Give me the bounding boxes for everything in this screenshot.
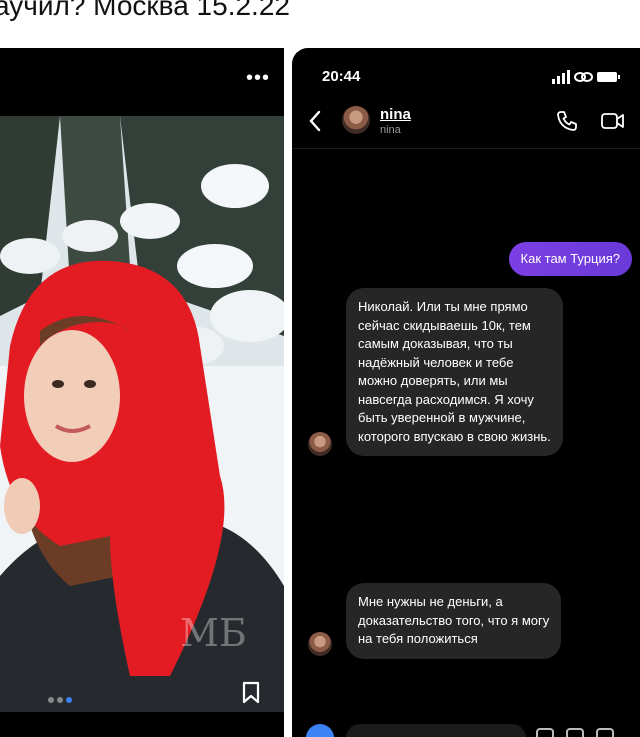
carousel-dot	[57, 697, 63, 703]
sender-avatar	[308, 632, 332, 656]
message-input[interactable]	[346, 724, 526, 737]
message-line: которого впускаю в свою жизнь.	[358, 428, 551, 444]
message-line: Мне нужны не деньги, а	[358, 594, 503, 609]
link-icon	[574, 72, 593, 82]
message-line: самым доказывая, что ты	[358, 336, 513, 351]
gallery-icon[interactable]	[566, 728, 584, 737]
message-line: сейчас скидываешь 10к, тем	[358, 317, 531, 333]
phone-icon[interactable]	[556, 110, 578, 132]
message-incoming[interactable]: Мне нужны не деньги, а доказательство то…	[346, 583, 562, 659]
contact-avatar[interactable]	[342, 106, 370, 134]
sender-avatar	[308, 432, 332, 456]
message-line: можно доверять, или мы	[358, 373, 508, 388]
carousel-dots	[48, 690, 75, 708]
photo-illustration: МБ	[0, 116, 284, 712]
message-line: быть уверенной в мужчине,	[358, 410, 526, 425]
bookmark-icon[interactable]	[241, 681, 261, 705]
contact-name[interactable]: nina	[380, 106, 411, 123]
message-incoming[interactable]: Николай. Или ты мне прямо сейчас скидыва…	[346, 288, 563, 456]
status-icons	[552, 70, 620, 84]
video-icon[interactable]	[600, 110, 626, 132]
carousel-dot	[48, 697, 54, 703]
message-line: Николай. Или ты мне прямо	[358, 299, 528, 314]
camera-icon[interactable]	[306, 724, 334, 737]
mic-icon[interactable]	[536, 728, 554, 737]
message-line: на тебя положиться	[358, 631, 478, 646]
battery-icon	[597, 72, 620, 82]
message-line: надёжный человек и тебе	[358, 354, 514, 370]
message-outgoing[interactable]: Как там Турция?	[508, 242, 632, 276]
contact-handle: nina	[380, 124, 401, 136]
message-line: навсегда расходимся. Я хочу	[358, 391, 534, 407]
back-icon[interactable]	[308, 110, 322, 132]
post-panel: ••• МБ	[0, 48, 284, 737]
status-time: 20:44	[322, 68, 361, 85]
page-caption: аучил? Москва 15.2.22	[0, 0, 290, 21]
carousel-dot-active	[66, 697, 72, 703]
more-options-icon[interactable]: •••	[246, 68, 270, 88]
signal-icon	[552, 70, 570, 84]
header-divider	[292, 148, 640, 149]
message-line: доказательство того, что я могу	[358, 612, 550, 628]
watermark: МБ	[180, 611, 247, 655]
message-composer	[306, 718, 626, 737]
sticker-icon[interactable]	[596, 728, 614, 737]
dm-panel: 20:44 nina nina Как там Турция? Николай.…	[292, 48, 640, 737]
post-photo: МБ	[0, 116, 284, 712]
